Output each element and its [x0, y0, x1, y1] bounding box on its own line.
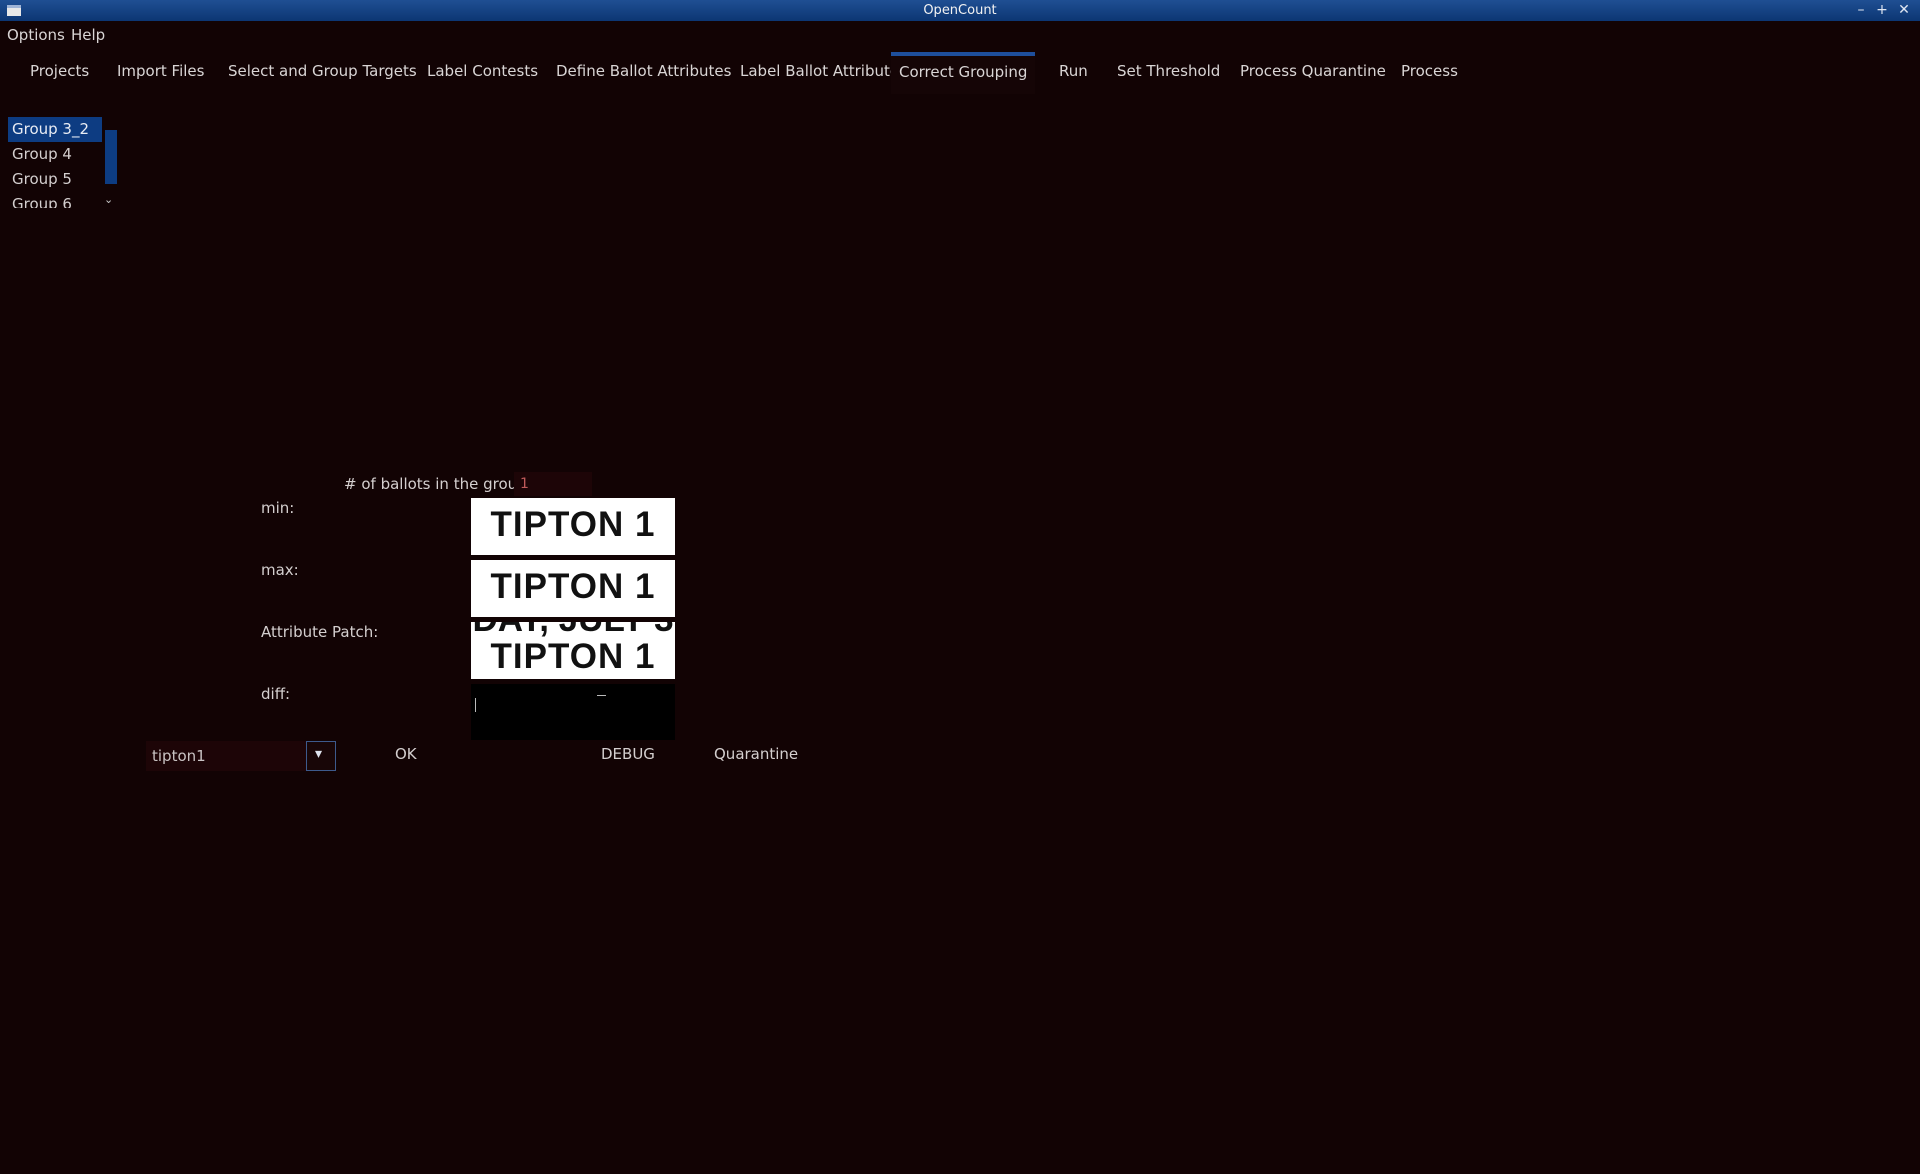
tab-label-contests[interactable]: Label Contests [427, 62, 538, 80]
group-list-scroll-thumb[interactable] [105, 130, 117, 184]
maximize-icon[interactable]: + [1873, 1, 1891, 19]
list-item-group-6[interactable]: Group 6 [8, 192, 102, 208]
min-patch-text: TIPTON 1 [490, 505, 656, 544]
menu-help[interactable]: Help [71, 26, 105, 44]
diff-mark [597, 695, 606, 696]
chevron-down-icon: ▾ [315, 746, 323, 762]
tab-process[interactable]: Process [1401, 62, 1458, 80]
ballot-count-field: 1 [514, 472, 592, 496]
attribute-patch-image: DAY, JULY 3 TIPTON 1 [471, 622, 675, 679]
tab-correct-grouping[interactable]: Correct Grouping [891, 52, 1036, 94]
tab-select-group-targets[interactable]: Select and Group Targets [228, 62, 417, 80]
tab-bar: Projects Import Files Select and Group T… [0, 52, 1920, 94]
combobox-dropdown-button[interactable]: ▾ [306, 741, 336, 771]
tab-import-files[interactable]: Import Files [117, 62, 204, 80]
group-list[interactable]: Group 3_2 Group 4 Group 5 Group 6 [8, 117, 102, 208]
minimize-icon[interactable]: – [1852, 1, 1870, 19]
scroll-down-arrow-icon[interactable]: ⌄ [104, 193, 113, 206]
max-patch-image: TIPTON 1 [471, 560, 675, 617]
min-patch-image: TIPTON 1 [471, 498, 675, 555]
tab-label-ballot-attributes[interactable]: Label Ballot Attributes [740, 62, 907, 80]
attribute-value-combobox[interactable]: tipton1 [146, 741, 306, 771]
max-patch-text: TIPTON 1 [490, 567, 656, 606]
tab-projects[interactable]: Projects [30, 62, 89, 80]
window-title: OpenCount [923, 3, 997, 18]
attribute-patch-label: Attribute Patch: [261, 623, 379, 641]
max-label: max: [261, 561, 299, 579]
menu-options[interactable]: Options [7, 26, 65, 44]
close-icon[interactable]: ✕ [1895, 1, 1913, 19]
quarantine-button[interactable]: Quarantine [714, 745, 798, 763]
debug-button[interactable]: DEBUG [601, 745, 655, 763]
tab-process-quarantine[interactable]: Process Quarantine [1240, 62, 1386, 80]
tab-set-threshold[interactable]: Set Threshold [1117, 62, 1220, 80]
list-item-group-3-2[interactable]: Group 3_2 [8, 117, 102, 142]
tab-run[interactable]: Run [1059, 62, 1088, 80]
list-item-group-5[interactable]: Group 5 [8, 167, 102, 192]
ballot-count-label: # of ballots in the group: [344, 475, 532, 493]
diff-label: diff: [261, 685, 291, 703]
list-item-group-4[interactable]: Group 4 [8, 142, 102, 167]
diff-mark [475, 698, 476, 712]
window-titlebar: OpenCount – + ✕ [0, 0, 1920, 21]
attribute-patch-text: TIPTON 1 [490, 637, 656, 676]
ok-button[interactable]: OK [395, 745, 417, 763]
diff-image [471, 684, 675, 740]
min-label: min: [261, 499, 295, 517]
tab-define-ballot-attributes[interactable]: Define Ballot Attributes [556, 62, 731, 80]
